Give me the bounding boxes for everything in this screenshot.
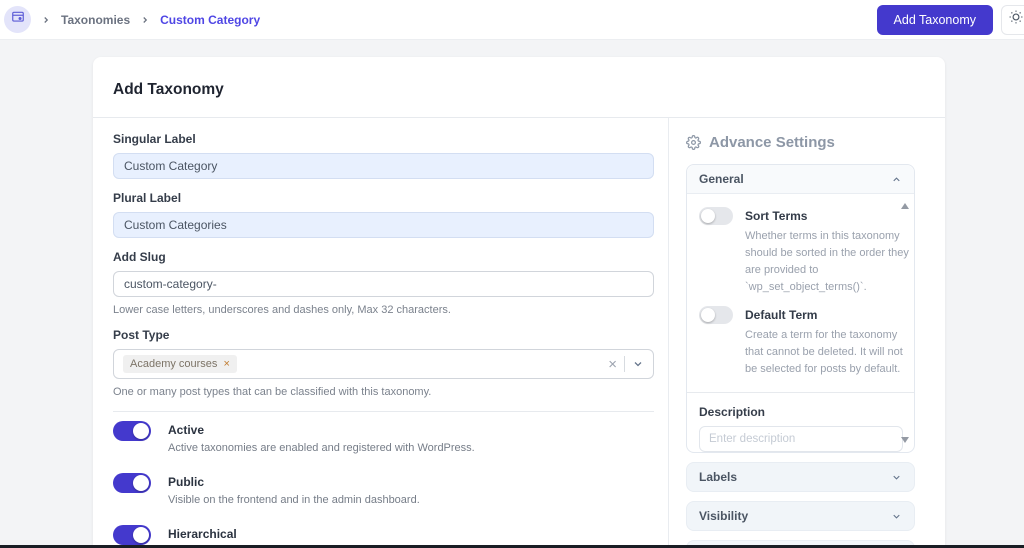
toggle-knob (133, 527, 149, 543)
select-divider (624, 356, 625, 372)
chevron-right-icon (140, 15, 150, 25)
toggle-knob (133, 475, 149, 491)
post-type-label: Post Type (113, 328, 170, 342)
slug-label: Add Slug (113, 250, 166, 264)
public-toggle-row: Public Visible on the frontend and in th… (113, 464, 654, 516)
advance-settings-panel: Advance Settings General Sort Terms Whet… (668, 118, 937, 548)
plural-label: Plural Label (113, 191, 182, 205)
general-divider (687, 392, 914, 394)
top-bar: Taxonomies Custom Category Add Taxonomy (0, 0, 1024, 40)
chevron-up-icon (891, 174, 902, 185)
public-toggle-label: Public (168, 475, 205, 489)
sort-terms-desc: Whether terms in this taxonomy should be… (745, 230, 909, 294)
visibility-accordion-title: Visibility (699, 509, 749, 523)
sort-terms-label: Sort Terms (745, 209, 808, 223)
default-term-row: Default Term Create a term for the taxon… (699, 302, 903, 384)
singular-label-input[interactable] (113, 153, 654, 179)
clear-select-icon[interactable]: × (608, 357, 617, 372)
active-toggle-label: Active (168, 423, 205, 437)
add-taxonomy-card: Add Taxonomy Singular Label Plural Label… (93, 57, 945, 548)
active-toggle-desc: Active taxonomies are enabled and regist… (168, 442, 475, 454)
plural-label-input[interactable] (113, 212, 654, 238)
advance-settings-title: Advance Settings (709, 134, 835, 151)
sort-terms-row: Sort Terms Whether terms in this taxonom… (699, 203, 909, 302)
labels-accordion-header[interactable]: Labels (686, 462, 915, 492)
hierarchical-toggle-label: Hierarchical (168, 527, 237, 541)
general-accordion-title: General (699, 172, 744, 186)
post-type-tag-label: Academy courses (130, 358, 218, 370)
scroll-down-arrow-icon[interactable] (901, 437, 909, 443)
scroll-up-arrow-icon[interactable] (901, 203, 909, 209)
hierarchical-toggle-row: Hierarchical Hierarchical taxonomies can… (113, 516, 654, 548)
theme-toggle-button[interactable] (1001, 4, 1024, 35)
description-input[interactable] (699, 426, 903, 452)
singular-label: Singular Label (113, 132, 196, 146)
chevron-down-icon (891, 472, 902, 483)
post-type-tag: Academy courses × (123, 355, 237, 373)
visibility-accordion-header[interactable]: Visibility (686, 501, 915, 531)
default-term-toggle[interactable] (699, 306, 733, 325)
post-type-help-text: One or many post types that can be class… (113, 386, 432, 398)
slug-help-text: Lower case letters, underscores and dash… (113, 304, 451, 316)
breadcrumb-taxonomies[interactable]: Taxonomies (61, 13, 130, 27)
slug-input[interactable] (113, 271, 654, 297)
public-toggle[interactable] (113, 473, 151, 493)
labels-accordion-title: Labels (699, 470, 738, 484)
page-title: Add Taxonomy (113, 81, 224, 98)
hierarchical-toggle[interactable] (113, 525, 151, 545)
chevron-down-icon (891, 511, 902, 522)
toggle-knob (133, 423, 149, 439)
taxonomy-form: Singular Label Plural Label Add Slug Low… (113, 118, 654, 548)
sort-terms-toggle[interactable] (699, 207, 733, 225)
add-taxonomy-button[interactable]: Add Taxonomy (876, 4, 993, 35)
chevron-right-icon (41, 15, 51, 25)
active-toggle[interactable] (113, 421, 151, 441)
toggle-knob (701, 308, 715, 323)
sun-icon (1009, 10, 1023, 29)
breadcrumb: Taxonomies Custom Category (4, 6, 260, 33)
default-term-label: Default Term (745, 308, 818, 323)
public-toggle-desc: Visible on the frontend and in the admin… (168, 494, 420, 506)
breadcrumb-custom-category[interactable]: Custom Category (160, 13, 260, 27)
default-term-desc: Create a term for the taxonomy that cann… (745, 329, 903, 376)
taxonomy-app-icon (11, 10, 25, 29)
chevron-down-icon[interactable] (632, 358, 644, 370)
toggle-knob (701, 209, 715, 223)
post-type-select[interactable]: Academy courses × × (113, 349, 654, 379)
gear-icon (686, 135, 701, 150)
general-accordion: General Sort Terms Whether terms in this… (686, 164, 915, 453)
app-logo-button[interactable] (4, 6, 31, 33)
description-label: Description (699, 405, 766, 420)
general-accordion-header[interactable]: General (687, 165, 914, 194)
general-accordion-body[interactable]: Sort Terms Whether terms in this taxonom… (687, 194, 914, 452)
remove-tag-icon[interactable]: × (223, 358, 229, 370)
active-toggle-row: Active Active taxonomies are enabled and… (113, 412, 654, 464)
